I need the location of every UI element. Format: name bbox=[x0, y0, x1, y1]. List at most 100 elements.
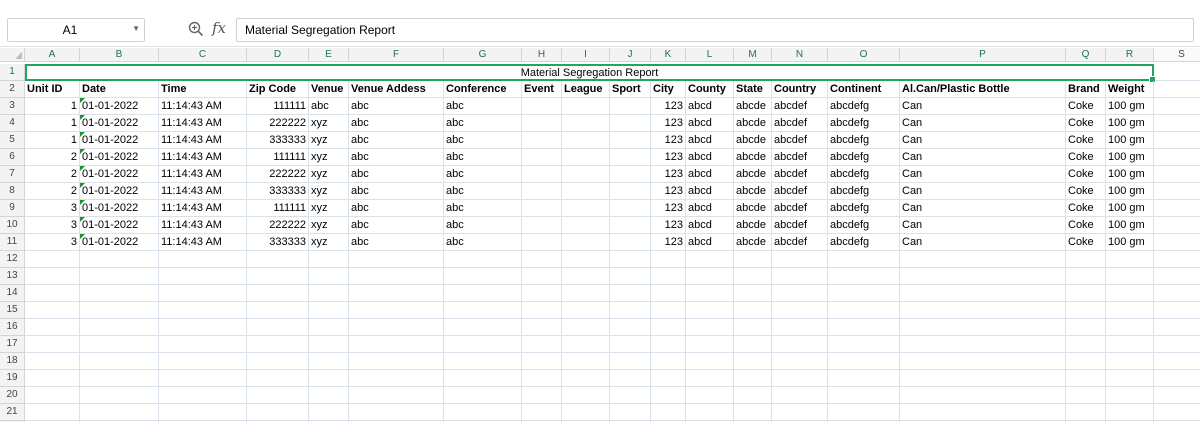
grid-cell[interactable] bbox=[309, 302, 349, 319]
grid-cell[interactable] bbox=[1154, 302, 1200, 319]
grid-cell[interactable] bbox=[444, 404, 522, 421]
data-cell[interactable] bbox=[562, 115, 610, 132]
row-header[interactable]: 11 bbox=[0, 234, 25, 251]
data-cell[interactable]: abcd bbox=[686, 115, 734, 132]
grid-cell[interactable] bbox=[1154, 81, 1200, 98]
data-cell[interactable] bbox=[610, 200, 651, 217]
data-cell[interactable]: Coke bbox=[1066, 200, 1106, 217]
data-cell[interactable]: abc bbox=[444, 98, 522, 115]
grid-cell[interactable] bbox=[309, 285, 349, 302]
data-cell[interactable]: 3 bbox=[25, 217, 80, 234]
grid-cell[interactable] bbox=[159, 285, 247, 302]
data-cell[interactable]: abcde bbox=[734, 149, 772, 166]
data-cell[interactable]: 1 bbox=[25, 98, 80, 115]
grid-cell[interactable] bbox=[349, 387, 444, 404]
row-header[interactable]: 12 bbox=[0, 251, 25, 268]
grid-cell[interactable] bbox=[900, 370, 1066, 387]
grid-cell[interactable] bbox=[772, 268, 828, 285]
grid-cell[interactable] bbox=[686, 268, 734, 285]
data-cell[interactable]: abcd bbox=[686, 183, 734, 200]
grid-cell[interactable] bbox=[522, 268, 562, 285]
data-cell[interactable]: abc bbox=[309, 98, 349, 115]
grid-cell[interactable] bbox=[1154, 98, 1200, 115]
data-cell[interactable]: 123 bbox=[651, 149, 686, 166]
grid-cell[interactable] bbox=[900, 404, 1066, 421]
grid-cell[interactable] bbox=[309, 319, 349, 336]
data-cell[interactable]: abcde bbox=[734, 183, 772, 200]
grid-cell[interactable] bbox=[247, 251, 309, 268]
grid-cell[interactable] bbox=[828, 251, 900, 268]
grid-cell[interactable] bbox=[562, 336, 610, 353]
select-all-corner[interactable] bbox=[0, 48, 25, 62]
data-cell[interactable]: abcdefg bbox=[828, 183, 900, 200]
grid-cell[interactable] bbox=[686, 353, 734, 370]
grid-cell[interactable] bbox=[900, 353, 1066, 370]
grid-cell[interactable] bbox=[772, 302, 828, 319]
grid-cell[interactable] bbox=[349, 404, 444, 421]
data-cell[interactable] bbox=[610, 166, 651, 183]
grid-cell[interactable] bbox=[247, 387, 309, 404]
data-cell[interactable]: abc bbox=[444, 234, 522, 251]
grid-cell[interactable] bbox=[562, 302, 610, 319]
grid-cell[interactable] bbox=[522, 285, 562, 302]
data-cell[interactable]: Can bbox=[900, 132, 1066, 149]
grid-cell[interactable] bbox=[610, 370, 651, 387]
grid-cell[interactable] bbox=[247, 404, 309, 421]
data-cell[interactable]: 11:14:43 AM bbox=[159, 200, 247, 217]
data-cell[interactable] bbox=[562, 234, 610, 251]
data-cell[interactable]: 222222 bbox=[247, 217, 309, 234]
grid-cell[interactable] bbox=[1154, 234, 1200, 251]
data-cell[interactable]: abcdef bbox=[772, 166, 828, 183]
data-cell[interactable]: 123 bbox=[651, 166, 686, 183]
header-cell[interactable]: Unit ID bbox=[25, 81, 80, 98]
data-cell[interactable]: 1 bbox=[25, 132, 80, 149]
data-cell[interactable]: 01-01-2022 bbox=[80, 132, 159, 149]
data-cell[interactable] bbox=[562, 200, 610, 217]
grid-cell[interactable] bbox=[651, 251, 686, 268]
data-cell[interactable]: abcdef bbox=[772, 200, 828, 217]
data-cell[interactable]: xyz bbox=[309, 217, 349, 234]
grid-cell[interactable] bbox=[900, 285, 1066, 302]
grid-cell[interactable] bbox=[1154, 115, 1200, 132]
grid-cell[interactable] bbox=[80, 285, 159, 302]
grid-cell[interactable] bbox=[522, 336, 562, 353]
grid-cell[interactable] bbox=[444, 353, 522, 370]
grid-cell[interactable] bbox=[1066, 251, 1106, 268]
data-cell[interactable]: 100 gm bbox=[1106, 183, 1154, 200]
data-cell[interactable]: Coke bbox=[1066, 115, 1106, 132]
data-cell[interactable]: Can bbox=[900, 217, 1066, 234]
grid-cell[interactable] bbox=[686, 370, 734, 387]
header-cell[interactable]: Venue bbox=[309, 81, 349, 98]
grid-cell[interactable] bbox=[80, 336, 159, 353]
data-cell[interactable]: abc bbox=[349, 115, 444, 132]
data-cell[interactable]: abcdefg bbox=[828, 234, 900, 251]
data-cell[interactable]: 100 gm bbox=[1106, 166, 1154, 183]
grid-cell[interactable] bbox=[1154, 404, 1200, 421]
data-cell[interactable]: Coke bbox=[1066, 149, 1106, 166]
data-cell[interactable]: Can bbox=[900, 234, 1066, 251]
grid-cell[interactable] bbox=[686, 302, 734, 319]
data-cell[interactable]: abc bbox=[349, 183, 444, 200]
grid-cell[interactable] bbox=[444, 268, 522, 285]
grid-cell[interactable] bbox=[1154, 353, 1200, 370]
grid-cell[interactable] bbox=[651, 285, 686, 302]
grid-cell[interactable] bbox=[1154, 132, 1200, 149]
data-cell[interactable]: 01-01-2022 bbox=[80, 149, 159, 166]
grid-cell[interactable] bbox=[610, 251, 651, 268]
grid-cell[interactable] bbox=[734, 353, 772, 370]
data-cell[interactable]: abc bbox=[349, 98, 444, 115]
data-cell[interactable]: 11:14:43 AM bbox=[159, 183, 247, 200]
grid-cell[interactable] bbox=[444, 319, 522, 336]
data-cell[interactable] bbox=[610, 217, 651, 234]
data-cell[interactable]: Coke bbox=[1066, 234, 1106, 251]
data-cell[interactable]: abcdef bbox=[772, 217, 828, 234]
row-header[interactable]: 15 bbox=[0, 302, 25, 319]
data-cell[interactable] bbox=[610, 115, 651, 132]
grid-cell[interactable] bbox=[80, 251, 159, 268]
grid-cell[interactable] bbox=[828, 285, 900, 302]
grid-cell[interactable] bbox=[25, 370, 80, 387]
data-cell[interactable]: abcdef bbox=[772, 98, 828, 115]
grid-cell[interactable] bbox=[686, 251, 734, 268]
column-header[interactable]: L bbox=[686, 48, 734, 62]
grid-cell[interactable] bbox=[686, 336, 734, 353]
